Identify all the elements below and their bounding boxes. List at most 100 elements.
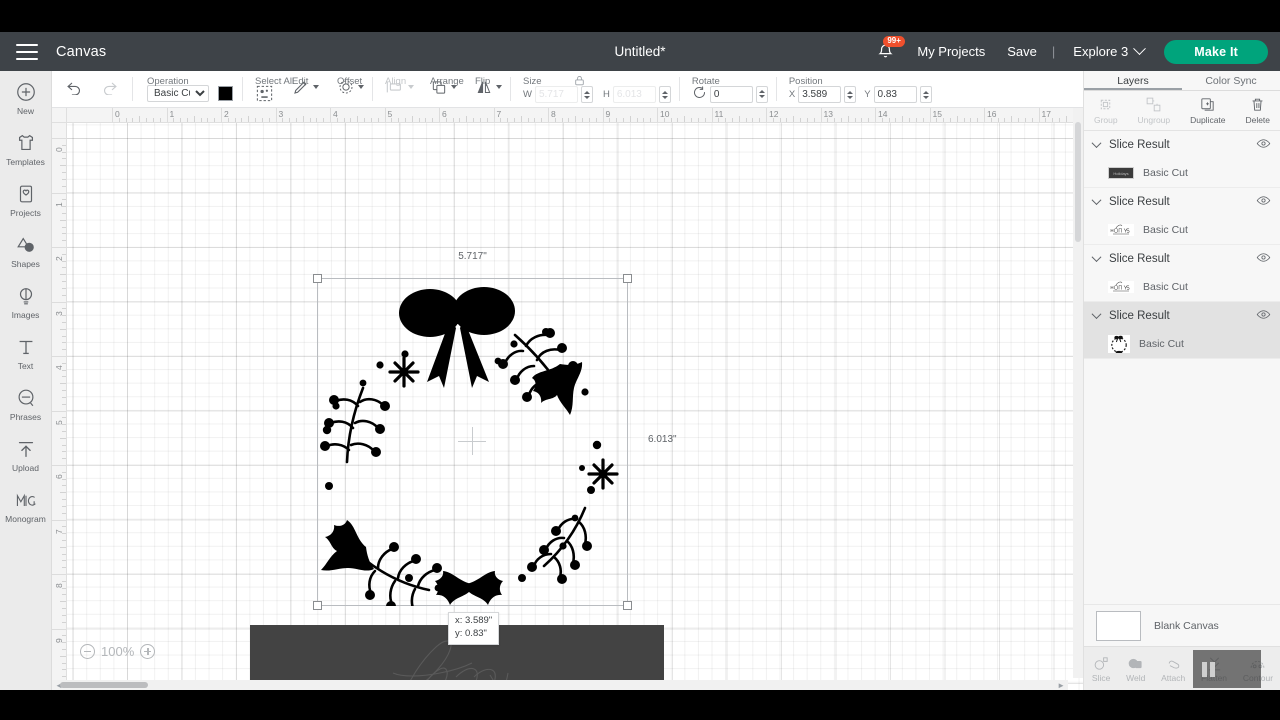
save-button[interactable]: Save <box>1007 44 1037 59</box>
weld-button[interactable]: Weld <box>1126 655 1145 683</box>
ruler-subtick <box>282 118 284 122</box>
chevron-down-icon[interactable] <box>1091 195 1102 206</box>
zoom-in-icon[interactable] <box>140 644 156 659</box>
layer-group[interactable]: Slice Result Holidays Basic Cut <box>1084 131 1280 188</box>
sidebar-item-new[interactable]: New <box>0 81 51 116</box>
vertical-scrollbar[interactable] <box>1073 108 1083 678</box>
hamburger-icon[interactable] <box>16 43 38 60</box>
tab-color-sync[interactable]: Color Sync <box>1182 71 1280 90</box>
chevron-down-icon[interactable] <box>1091 252 1102 263</box>
notification-bell-icon[interactable]: 99+ <box>870 35 905 67</box>
layer-sublayer[interactable]: Basic Cut <box>1084 329 1280 358</box>
ruler-subtick <box>146 118 148 122</box>
layer-group[interactable]: Slice Result Basic Cut <box>1084 302 1280 359</box>
scroll-right-arrow-icon[interactable]: ► <box>1057 681 1065 690</box>
rotate-field-group <box>692 85 768 103</box>
eye-icon[interactable] <box>1256 193 1271 211</box>
pause-recording-icon[interactable] <box>1202 661 1215 677</box>
lock-icon[interactable] <box>573 74 586 90</box>
sidebar-item-upload[interactable]: Upload <box>0 438 51 473</box>
my-projects-link[interactable]: My Projects <box>917 44 985 59</box>
group-button[interactable]: Group <box>1094 96 1118 125</box>
letterbox-bottom <box>0 690 1280 720</box>
sidebar-item-shapes[interactable]: Shapes <box>0 234 51 269</box>
ruler-subtick <box>779 118 781 122</box>
sidebar-item-images[interactable]: Images <box>0 285 51 320</box>
ruler-subtick <box>323 118 325 122</box>
layer-group[interactable]: Slice Result Basic Cut <box>1084 188 1280 245</box>
chevron-down-icon[interactable] <box>1091 309 1102 320</box>
horizontal-scrollbar[interactable]: ◄ ► <box>52 680 1068 690</box>
blank-canvas-swatch[interactable] <box>1096 610 1141 641</box>
ungroup-button[interactable]: Ungroup <box>1138 96 1170 125</box>
layer-sublayer[interactable]: Basic Cut <box>1084 272 1280 301</box>
horizontal-scroll-thumb[interactable] <box>60 682 148 688</box>
height-stepper[interactable] <box>658 86 671 103</box>
rotate-icon[interactable] <box>692 85 707 103</box>
blank-canvas-row[interactable]: Blank Canvas <box>1084 604 1280 646</box>
ruler-tick <box>52 574 66 575</box>
layer-header[interactable]: Slice Result <box>1084 245 1280 272</box>
rotate-input[interactable] <box>709 85 753 103</box>
sidebar-item-monogram[interactable]: Monogram <box>0 489 51 524</box>
redo-arrow-icon[interactable] <box>101 80 118 98</box>
ruler-subtick <box>364 118 366 122</box>
ruler-subtick <box>418 118 420 122</box>
ruler-subtick <box>227 118 229 122</box>
ruler-tick <box>52 356 66 357</box>
width-input[interactable] <box>534 86 578 103</box>
ruler-subtick <box>62 321 66 323</box>
vertical-scroll-thumb[interactable] <box>1075 122 1081 242</box>
delete-button[interactable]: Delete <box>1245 96 1270 125</box>
height-input[interactable] <box>612 86 656 103</box>
layer-header[interactable]: Slice Result <box>1084 302 1280 329</box>
ruler-subtick <box>261 118 263 122</box>
ruler-subtick <box>132 118 134 122</box>
eye-icon[interactable] <box>1256 250 1271 268</box>
position-group: Position X Y <box>777 71 940 107</box>
ruler-subtick <box>268 118 270 122</box>
ruler-subtick <box>445 118 447 122</box>
ruler-subtick <box>541 118 543 122</box>
layer-group[interactable]: Slice Result Basic Cut <box>1084 245 1280 302</box>
layer-header[interactable]: Slice Result <box>1084 188 1280 215</box>
ruler-subtick <box>62 144 66 146</box>
ruler-subtick <box>62 526 66 528</box>
color-swatch-button[interactable] <box>218 86 233 101</box>
ruler-subtick <box>62 424 66 426</box>
wreath-artwork[interactable] <box>317 278 628 606</box>
sidebar-item-templates[interactable]: Templates <box>0 132 51 167</box>
sidebar-item-projects[interactable]: Projects <box>0 183 51 218</box>
attach-button[interactable]: Attach <box>1161 655 1185 683</box>
ruler-subtick <box>963 118 965 122</box>
x-input[interactable] <box>798 86 842 103</box>
ruler-subtick <box>534 118 536 122</box>
make-it-button[interactable]: Make It <box>1164 39 1268 64</box>
slice-button[interactable]: Slice <box>1092 655 1110 683</box>
eye-icon[interactable] <box>1256 307 1271 325</box>
ruler-subtick <box>60 492 66 494</box>
ruler-subtick <box>1058 118 1060 122</box>
layer-sublayer[interactable]: Holidays Basic Cut <box>1084 158 1280 187</box>
machine-selector[interactable]: Explore 3 <box>1073 42 1147 59</box>
sidebar-item-text[interactable]: Text <box>0 336 51 371</box>
y-input[interactable] <box>873 86 917 103</box>
x-stepper[interactable] <box>844 86 857 103</box>
ruler-subtick <box>697 118 699 122</box>
eye-icon[interactable] <box>1256 136 1271 154</box>
chevron-down-icon[interactable] <box>1091 138 1102 149</box>
duplicate-button[interactable]: Duplicate <box>1190 96 1226 125</box>
canvas-label[interactable]: Canvas <box>56 44 106 60</box>
canvas-area[interactable]: 5.717" 6.013" x: 3.589" y: 0.83" 0 1 2 3… <box>52 108 1083 690</box>
undo-arrow-icon[interactable] <box>66 80 83 98</box>
tab-layers[interactable]: Layers <box>1084 71 1182 90</box>
operation-select[interactable]: Basic Cut <box>147 85 209 102</box>
zoom-out-icon[interactable] <box>80 644 95 659</box>
sidebar-item-phrases[interactable]: Phrases <box>0 387 51 422</box>
layer-header[interactable]: Slice Result <box>1084 131 1280 158</box>
y-stepper[interactable] <box>919 86 932 103</box>
rotate-stepper[interactable] <box>755 85 768 103</box>
height-label: H <box>602 89 610 100</box>
layer-sublayer[interactable]: Basic Cut <box>1084 215 1280 244</box>
ruler-subtick <box>60 383 66 385</box>
